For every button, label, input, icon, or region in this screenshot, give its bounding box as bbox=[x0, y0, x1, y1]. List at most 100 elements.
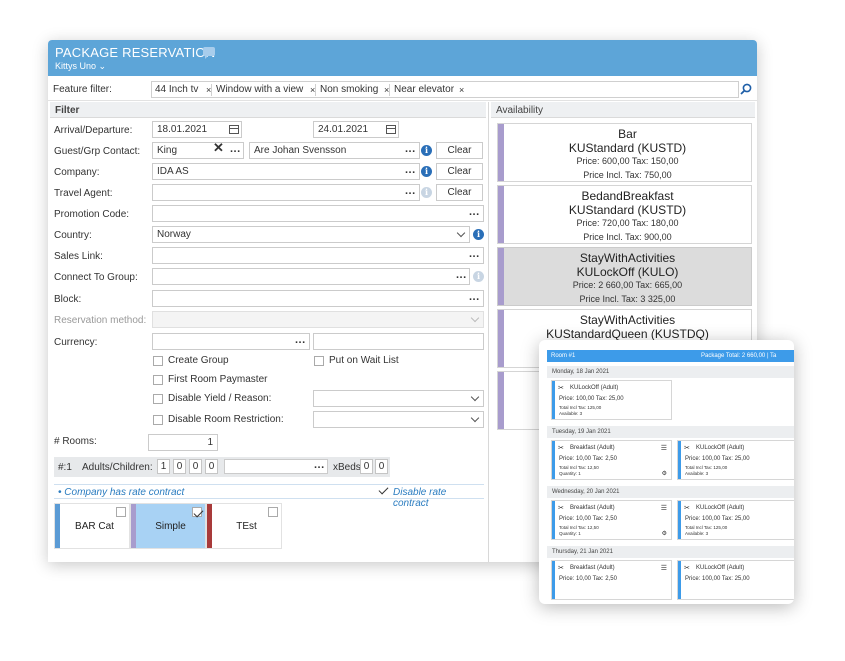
package-card[interactable]: BedandBreakfast KUStandard (KUSTD) Price… bbox=[497, 185, 752, 244]
day-item-card[interactable]: ✂ KULockOff (Adult) Price: 100,00 Tax: 2… bbox=[677, 440, 794, 480]
remove-chip-icon[interactable]: × bbox=[459, 84, 464, 96]
promotion-code-input[interactable] bbox=[152, 205, 484, 222]
package-card-selected[interactable]: StayWithActivities KULockOff (KULO) Pric… bbox=[497, 247, 752, 306]
info-icon[interactable]: i bbox=[473, 229, 484, 240]
panel-divider[interactable] bbox=[488, 102, 489, 562]
rooms-input[interactable]: 1 bbox=[148, 434, 218, 451]
room-restriction-select[interactable] bbox=[313, 411, 484, 428]
rate-tile-simple[interactable]: Simple bbox=[130, 503, 206, 549]
remove-chip-icon[interactable]: × bbox=[206, 84, 211, 96]
children-ages-lookup-button[interactable]: ... bbox=[314, 459, 325, 471]
children-input[interactable]: 0 bbox=[189, 459, 202, 474]
connect-group-input[interactable] bbox=[152, 268, 470, 285]
children-ages-input[interactable] bbox=[224, 459, 328, 474]
clear-company-button[interactable]: Clear bbox=[436, 163, 483, 180]
check-icon bbox=[378, 484, 389, 495]
clear-travel-agent-button[interactable]: Clear bbox=[436, 184, 483, 201]
contact-lookup-button[interactable]: ... bbox=[405, 143, 416, 155]
country-select[interactable]: Norway bbox=[152, 226, 470, 243]
remove-chip-icon[interactable]: × bbox=[384, 84, 389, 96]
create-group-checkbox[interactable] bbox=[153, 356, 163, 366]
remove-chip-icon[interactable]: × bbox=[310, 84, 315, 96]
children-input[interactable]: 0 bbox=[205, 459, 218, 474]
package-price-incl-tax: Price Incl. Tax: 750,00 bbox=[583, 170, 672, 180]
day-item-card[interactable]: ✂ KULockOff (Adult) Price: 100,00 Tax: 2… bbox=[551, 380, 672, 420]
tools-icon: ✂ bbox=[558, 505, 564, 512]
menu-icon[interactable]: ☰ bbox=[661, 564, 667, 572]
info-icon[interactable]: i bbox=[421, 166, 432, 177]
gear-icon[interactable]: ⚙ bbox=[662, 530, 667, 537]
calendar-icon[interactable] bbox=[229, 125, 239, 134]
day-item-card[interactable]: ✂ KULockOff (Adult) Price: 100,00 Tax: 2… bbox=[677, 560, 794, 600]
info-icon[interactable]: i bbox=[421, 145, 432, 156]
travel-agent-lookup-button[interactable]: ... bbox=[405, 185, 416, 197]
contact-input[interactable]: Are Johan Svensson bbox=[249, 142, 420, 159]
travel-agent-input[interactable] bbox=[152, 184, 420, 201]
sales-link-lookup-button[interactable]: ... bbox=[469, 248, 480, 260]
rate-name: Simple bbox=[155, 521, 186, 532]
country-label: Country: bbox=[54, 230, 92, 241]
company-rate-contract-label: • Company has rate contract bbox=[58, 487, 185, 498]
package-card[interactable]: Bar KUStandard (KUSTD) Price: 600,00 Tax… bbox=[497, 123, 752, 182]
company-input[interactable]: IDA AS bbox=[152, 163, 420, 180]
day-item-card[interactable]: ✂ Breakfast (Adult) ☰ Price: 10,00 Tax: … bbox=[551, 560, 672, 600]
guest-lookup-button[interactable]: ... bbox=[230, 143, 241, 155]
rate-checkbox[interactable] bbox=[116, 507, 126, 517]
rate-checkbox[interactable] bbox=[192, 507, 204, 518]
block-input[interactable] bbox=[152, 290, 484, 307]
disable-rate-contract-label: Disable rate contract bbox=[393, 487, 447, 509]
currency-label: Currency: bbox=[54, 337, 98, 348]
company-lookup-button[interactable]: ... bbox=[405, 164, 416, 176]
disable-room-restriction-checkbox[interactable] bbox=[153, 415, 163, 425]
package-room-type: KUStandard (KUSTD) bbox=[568, 203, 687, 217]
sales-link-input[interactable] bbox=[152, 247, 484, 264]
block-label: Block: bbox=[54, 294, 82, 305]
promotion-lookup-button[interactable]: ... bbox=[469, 206, 480, 218]
adults-input[interactable]: 1 bbox=[157, 459, 170, 474]
day-header: Wednesday, 20 Jan 2021 bbox=[547, 486, 794, 498]
wait-list-label: Put on Wait List bbox=[329, 355, 399, 366]
title-bar: PACKAGE RESERVATION Kittys Uno ⌄ bbox=[48, 40, 757, 76]
rate-tile-bar-cat[interactable]: BAR Cat bbox=[54, 503, 130, 549]
chat-icon[interactable] bbox=[203, 47, 215, 59]
block-lookup-button[interactable]: ... bbox=[469, 291, 480, 303]
package-room-type: KUStandardQueen (KUSTDQ) bbox=[546, 327, 709, 341]
yield-reason-select[interactable] bbox=[313, 390, 484, 407]
reservation-method-select bbox=[152, 311, 484, 328]
wait-list-checkbox[interactable] bbox=[314, 356, 324, 366]
disable-yield-checkbox[interactable] bbox=[153, 394, 163, 404]
package-name: BedandBreakfast bbox=[581, 189, 674, 203]
first-room-paymaster-checkbox[interactable] bbox=[153, 375, 163, 385]
package-price: Price: 720,00 Tax: 180,00 bbox=[576, 218, 679, 228]
day-item-card[interactable]: ✂ Breakfast (Adult) ☰ Price: 10,00 Tax: … bbox=[551, 440, 672, 480]
connect-group-lookup-button[interactable]: ... bbox=[456, 269, 467, 281]
arrival-departure-label: Arrival/Departure: bbox=[54, 125, 133, 136]
tools-icon: ✂ bbox=[558, 385, 564, 392]
currency-lookup-button[interactable]: ... bbox=[295, 334, 306, 346]
rate-checkbox[interactable] bbox=[268, 507, 278, 517]
guest-contact-label: Guest/Grp Contact: bbox=[54, 146, 141, 157]
menu-icon[interactable]: ☰ bbox=[661, 444, 667, 452]
children-input[interactable]: 0 bbox=[173, 459, 186, 474]
sales-link-label: Sales Link: bbox=[54, 251, 103, 262]
xbeds-input[interactable]: 0 bbox=[375, 459, 388, 474]
feature-chip: Window with a view × bbox=[216, 84, 316, 96]
chevron-down-icon: ⌄ bbox=[98, 61, 107, 71]
menu-icon[interactable]: ☰ bbox=[661, 504, 667, 512]
hotel-selector[interactable]: Kittys Uno ⌄ bbox=[55, 61, 106, 72]
clear-guest-icon[interactable]: ✕ bbox=[213, 140, 224, 156]
feature-filter-input[interactable]: 44 Inch tv × Window with a view × Non smok… bbox=[151, 81, 739, 98]
day-item-card[interactable]: ✂ Breakfast (Adult) ☰ Price: 10,00 Tax: … bbox=[551, 500, 672, 540]
search-icon[interactable] bbox=[740, 83, 752, 95]
disable-rate-contract-checkbox[interactable] bbox=[378, 484, 389, 496]
clear-contact-button[interactable]: Clear bbox=[436, 142, 483, 159]
xbeds-input[interactable]: 0 bbox=[360, 459, 373, 474]
gear-icon[interactable]: ⚙ bbox=[662, 470, 667, 477]
calendar-icon[interactable] bbox=[386, 125, 396, 134]
currency-secondary-input[interactable] bbox=[313, 333, 484, 350]
rate-tile-test[interactable]: TEst bbox=[206, 503, 282, 549]
day-item-card[interactable]: ✂ KULockOff (Adult) Price: 100,00 Tax: 2… bbox=[677, 500, 794, 540]
feature-chip: Near elevator × bbox=[394, 84, 465, 96]
feature-chip: Non smoking × bbox=[320, 84, 390, 96]
currency-input[interactable] bbox=[152, 333, 310, 350]
